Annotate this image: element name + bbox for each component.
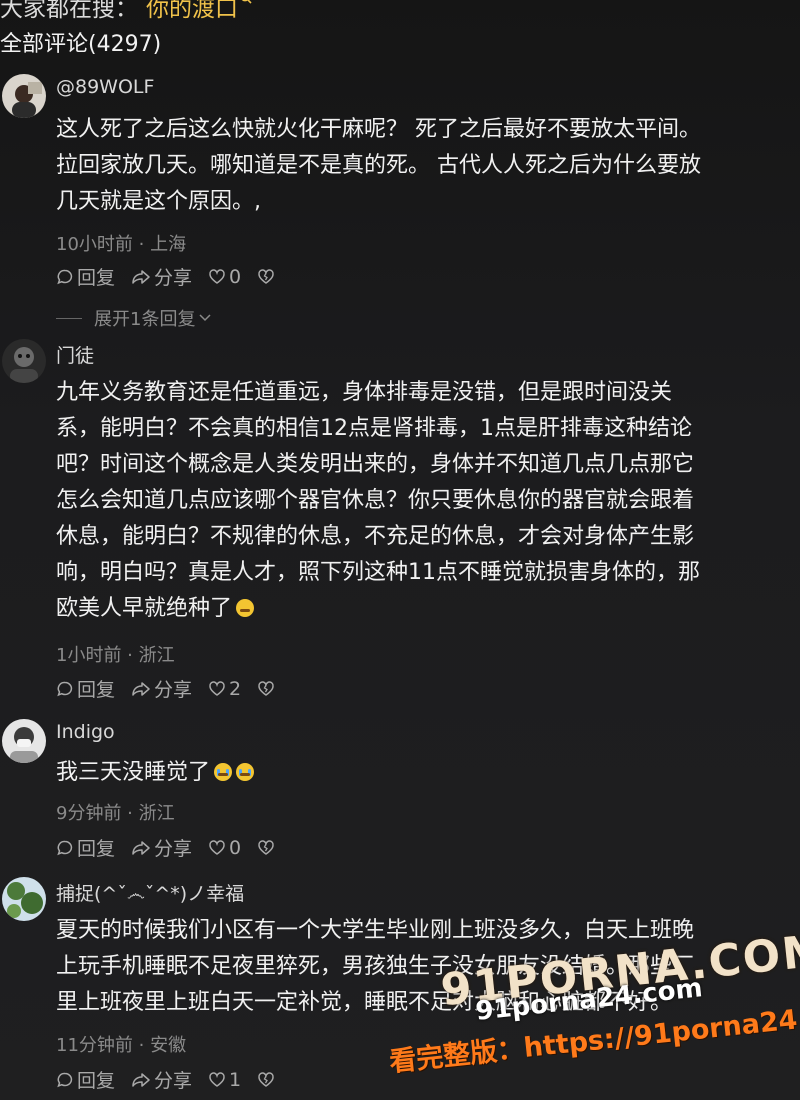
comment-actions: 回复 分享 2	[56, 675, 294, 702]
dislike-button[interactable]	[257, 839, 278, 857]
comment-meta: 11分钟前 · 安徽	[56, 1035, 187, 1056]
comment-text-line: 响，明白吗？真是人才，照下列这种11点不睡觉就损害身体的，那	[56, 560, 700, 585]
reply-button[interactable]: 回复	[56, 675, 115, 702]
broken-heart-icon	[258, 680, 274, 696]
share-button[interactable]: 分享	[131, 675, 192, 702]
share-label: 分享	[154, 838, 193, 860]
comment-text-line-content: 我三天没睡觉了	[56, 760, 211, 785]
comments-count-header: 全部评论(4297)	[0, 32, 162, 57]
broken-heart-icon	[258, 268, 274, 284]
expand-replies-button[interactable]: 展开1条回复	[56, 305, 212, 331]
comment-actions: 回复 分享 0	[56, 263, 294, 290]
comment-text-line: 几天就是这个原因。,	[56, 189, 261, 214]
share-button[interactable]: 分享	[131, 263, 192, 290]
heart-icon	[209, 839, 225, 855]
like-count: 0	[229, 836, 242, 859]
comment-text-line: 拉回家放几天。哪知道是不是真的死。 古代人人死之后为什么要放	[56, 153, 701, 178]
dislike-button[interactable]	[257, 268, 278, 286]
reply-label: 回复	[77, 838, 116, 860]
like-count: 0	[229, 265, 242, 288]
comment-text-line: 我三天没睡觉了	[56, 755, 796, 791]
divider-line	[56, 317, 82, 319]
like-count: 1	[229, 1068, 242, 1091]
reply-button[interactable]: 回复	[56, 263, 115, 290]
comment-username[interactable]: Indigo	[56, 721, 115, 743]
heart-icon	[209, 268, 225, 284]
comment-item: 门徒 九年义务教育还是任道重远，身体排毒是没错，但是跟时间没关 系，能明白？不会…	[0, 335, 800, 710]
reply-icon	[57, 840, 73, 855]
comment-actions: 回复 分享 1	[56, 1066, 294, 1093]
comment-item: @89WOLF 这人死了之后这么快就火化干麻呢？ 死了之后最好不要放太平间。 拉…	[0, 70, 800, 340]
trending-search-bar[interactable]: 大家都在搜： 你的渡口	[0, 0, 252, 26]
comment-text: 这人死了之后这么快就火化干麻呢？ 死了之后最好不要放太平间。 拉回家放几天。哪知…	[56, 112, 796, 220]
comment-item: Indigo 我三天没睡觉了 9分钟前 · 浙江 回复 分享 0	[0, 715, 800, 865]
sad-emoji-icon	[236, 599, 255, 617]
reply-button[interactable]: 回复	[56, 834, 115, 861]
crying-emoji-icon	[214, 763, 233, 781]
comment-text-line-content: 欧美人早就绝种了	[56, 596, 233, 621]
trending-search-prefix: 大家都在搜：	[0, 0, 138, 22]
reply-icon	[57, 681, 73, 696]
share-icon	[132, 681, 150, 696]
comment-text-line: 怎么会知道几点应该哪个器官休息？你只要休息你的器官就会跟着	[56, 488, 695, 513]
avatar[interactable]	[2, 719, 46, 763]
expand-replies-label: 展开1条回复	[94, 309, 196, 330]
reply-label: 回复	[77, 1070, 116, 1092]
reply-icon	[57, 269, 73, 284]
share-button[interactable]: 分享	[131, 1066, 192, 1093]
comment-text: 我三天没睡觉了	[56, 755, 796, 791]
crying-emoji-icon	[236, 763, 255, 781]
comment-username[interactable]: 门徒	[56, 341, 94, 368]
share-icon	[132, 269, 150, 284]
comment-username[interactable]: @89WOLF	[56, 76, 154, 98]
comment-text-line: 这人死了之后这么快就火化干麻呢？ 死了之后最好不要放太平间。	[56, 117, 701, 142]
comment-text: 九年义务教育还是任道重远，身体排毒是没错，但是跟时间没关 系，能明白？不会真的相…	[56, 375, 796, 627]
dislike-button[interactable]	[257, 1071, 278, 1089]
like-count: 2	[229, 677, 242, 700]
share-label: 分享	[154, 679, 193, 701]
avatar[interactable]	[2, 877, 46, 921]
comment-text-line: 休息，能明白？不规律的休息，不充足的休息，才会对身体产生影	[56, 524, 695, 549]
search-icon[interactable]	[240, 0, 252, 8]
share-label: 分享	[154, 1070, 193, 1092]
like-button[interactable]: 0	[208, 266, 241, 288]
comment-meta: 10小时前 · 上海	[56, 234, 187, 255]
comment-text-line: 欧美人早就绝种了	[56, 591, 796, 627]
comment-text-line: 吧？时间这个概念是人类发明出来的，身体并不知道几点几点那它	[56, 452, 695, 477]
avatar[interactable]	[2, 339, 46, 383]
share-label: 分享	[154, 267, 193, 289]
broken-heart-icon	[258, 1071, 274, 1087]
share-icon	[132, 1072, 150, 1087]
reply-label: 回复	[77, 267, 116, 289]
comment-meta: 9分钟前 · 浙江	[56, 803, 175, 824]
reply-icon	[57, 1072, 73, 1087]
like-button[interactable]: 2	[208, 678, 241, 700]
share-button[interactable]: 分享	[131, 834, 192, 861]
comment-text-line: 系，能明白？不会真的相信12点是肾排毒，1点是肝排毒这种结论	[56, 416, 692, 441]
comment-actions: 回复 分享 0	[56, 834, 294, 861]
reply-button[interactable]: 回复	[56, 1066, 115, 1093]
trending-search-term[interactable]: 你的渡口	[146, 0, 238, 23]
dislike-button[interactable]	[257, 680, 278, 698]
like-button[interactable]: 1	[208, 1069, 241, 1091]
watermark-overlay: 91PORNA.COM 91porna24.com 看完整版：https://9…	[380, 925, 800, 1085]
comment-username[interactable]: 捕捉(^ˇ෴ˇ^*)ノ幸福	[56, 879, 244, 906]
like-button[interactable]: 0	[208, 837, 241, 859]
reply-label: 回复	[77, 679, 116, 701]
heart-icon	[209, 680, 225, 696]
avatar[interactable]	[2, 74, 46, 118]
comment-meta: 1小时前 · 浙江	[56, 645, 175, 666]
heart-icon	[209, 1071, 225, 1087]
comments-screen: 大家都在搜： 你的渡口 全部评论(4297) @89WOLF 这人死了之后这么快…	[0, 0, 800, 1100]
broken-heart-icon	[258, 839, 274, 855]
chevron-down-icon	[199, 314, 211, 322]
comment-text-line: 九年义务教育还是任道重远，身体排毒是没错，但是跟时间没关	[56, 380, 673, 405]
share-icon	[132, 840, 150, 855]
